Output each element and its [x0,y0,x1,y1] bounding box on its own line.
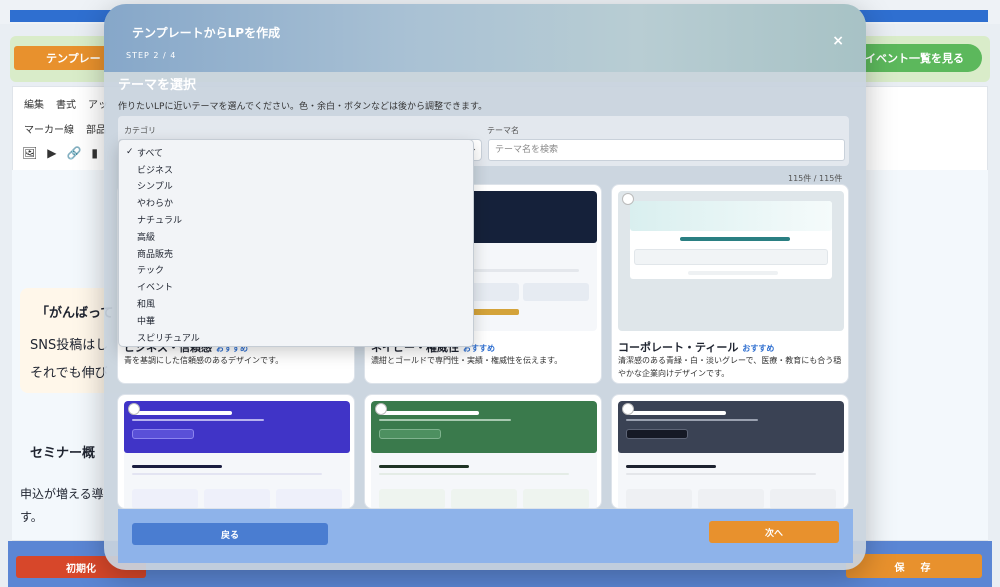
theme-card[interactable] [611,394,849,509]
checkmark-icon: ✓ [126,147,134,158]
section-description: 作りたいLPに近いテーマを選んでください。色・余白・ボタンなどは後から調整できま… [118,102,488,112]
next-button[interactable]: 次へ [709,521,839,543]
content-line: SNS投稿はし [30,338,109,353]
theme-select-radio[interactable] [622,193,634,205]
save-button[interactable]: 保 存 [846,554,982,578]
category-option-label: イベント [137,283,174,294]
menu-parts[interactable]: 部品 [86,121,106,136]
category-option-label: 和風 [137,300,156,311]
link-icon[interactable]: 🔗 [66,146,81,160]
category-option[interactable]: ナチュラル [119,211,473,228]
theme-card-description: 青を基調にした信頼感のあるデザインです。 [124,356,284,365]
theme-thumbnail [371,401,597,508]
editor-menu-row: 編集 書式 アッ [24,96,108,111]
theme-card-description: 濃紺とゴールドで専門性・実績・権威性を伝えます。 [371,356,563,365]
theme-select-radio[interactable] [375,403,387,415]
category-option[interactable]: やわらか [119,194,473,211]
theme-card[interactable] [117,394,355,509]
category-option[interactable]: シンプル [119,178,473,195]
theme-card[interactable]: コーポレート・ティール おすすめ 清潔感のある青緑・白・淡いグレーで、医療・教育に… [611,184,849,384]
result-count: 115件 / 115件 [788,174,843,183]
category-option-label: ビジネス [137,165,174,176]
category-option-label: ナチュラル [137,216,183,227]
image-icon[interactable]: 🖼 [22,146,37,160]
category-option-label: やわらか [137,199,174,210]
content-line: す。 [20,510,43,524]
content-section-heading: セミナー概 [30,446,96,461]
category-label: カテゴリ [124,126,156,135]
recommended-badge: おすすめ [742,344,775,353]
content-callout-title: 「がんばって [36,306,114,321]
category-option[interactable]: 中華 [119,312,473,329]
step-indicator: STEP 2 / 4 [126,51,177,60]
category-option[interactable]: ビジネス [119,161,473,178]
theme-select-radio[interactable] [128,403,140,415]
bookmark-icon[interactable]: ▮ [91,146,98,160]
editor-menu-row-2: マーカー線 部品 [24,121,106,136]
theme-thumbnail [618,191,844,331]
category-dropdown: ✓ すべて ビジネス シンプル やわらか ナチュラル 高級 商品販売 テック イベ… [118,139,474,347]
menu-format[interactable]: 書式 [56,96,76,111]
theme-thumbnail [618,401,844,508]
category-option[interactable]: イベント [119,278,473,295]
theme-select-radio[interactable] [622,403,634,415]
category-option[interactable]: 和風 [119,295,473,312]
template-modal: テンプレートからLPを作成 STEP 2 / 4 × テーマを選択 作りたいLP… [104,4,866,570]
content-line: それでも伸び [30,366,108,381]
video-icon[interactable]: ▶ [47,146,56,160]
category-option-label: テック [137,266,165,277]
category-option-label: 中華 [137,316,156,327]
content-line: 申込が増える導 [20,487,104,501]
theme-search-input[interactable] [488,139,845,161]
theme-card-description: 清潔感のある青緑・白・淡いグレーで、医療・教育にも合う穏やかな企業向けデザインで… [618,356,842,378]
category-option-label: すべて [137,148,164,159]
category-option-label: 商品販売 [137,249,174,260]
category-option[interactable]: スピリチュアル [119,329,473,346]
theme-thumbnail [124,401,350,508]
category-option-label: シンプル [137,182,173,193]
category-option-label: スピリチュアル [137,333,200,344]
category-option-label: 高級 [137,232,156,243]
section-heading: テーマを選択 [118,78,197,93]
editor-icon-row: 🖼 ▶ 🔗 ▮ [22,146,98,160]
menu-edit[interactable]: 編集 [24,96,44,111]
back-button[interactable]: 戻る [132,523,328,545]
category-option-all[interactable]: ✓ すべて [119,144,473,161]
category-option[interactable]: テック [119,262,473,279]
close-icon[interactable]: × [832,33,844,49]
menu-marker[interactable]: マーカー線 [24,121,74,136]
theme-card-title: コーポレート・ティール [618,341,739,354]
category-option[interactable]: 商品販売 [119,245,473,262]
theme-card[interactable] [364,394,602,509]
modal-footer: 戻る 次へ [118,509,853,563]
modal-title: テンプレートからLPを作成 [132,26,281,40]
category-option[interactable]: 高級 [119,228,473,245]
theme-name-label: テーマ名 [487,126,519,135]
theme-card-name: コーポレート・ティール おすすめ [618,339,774,355]
